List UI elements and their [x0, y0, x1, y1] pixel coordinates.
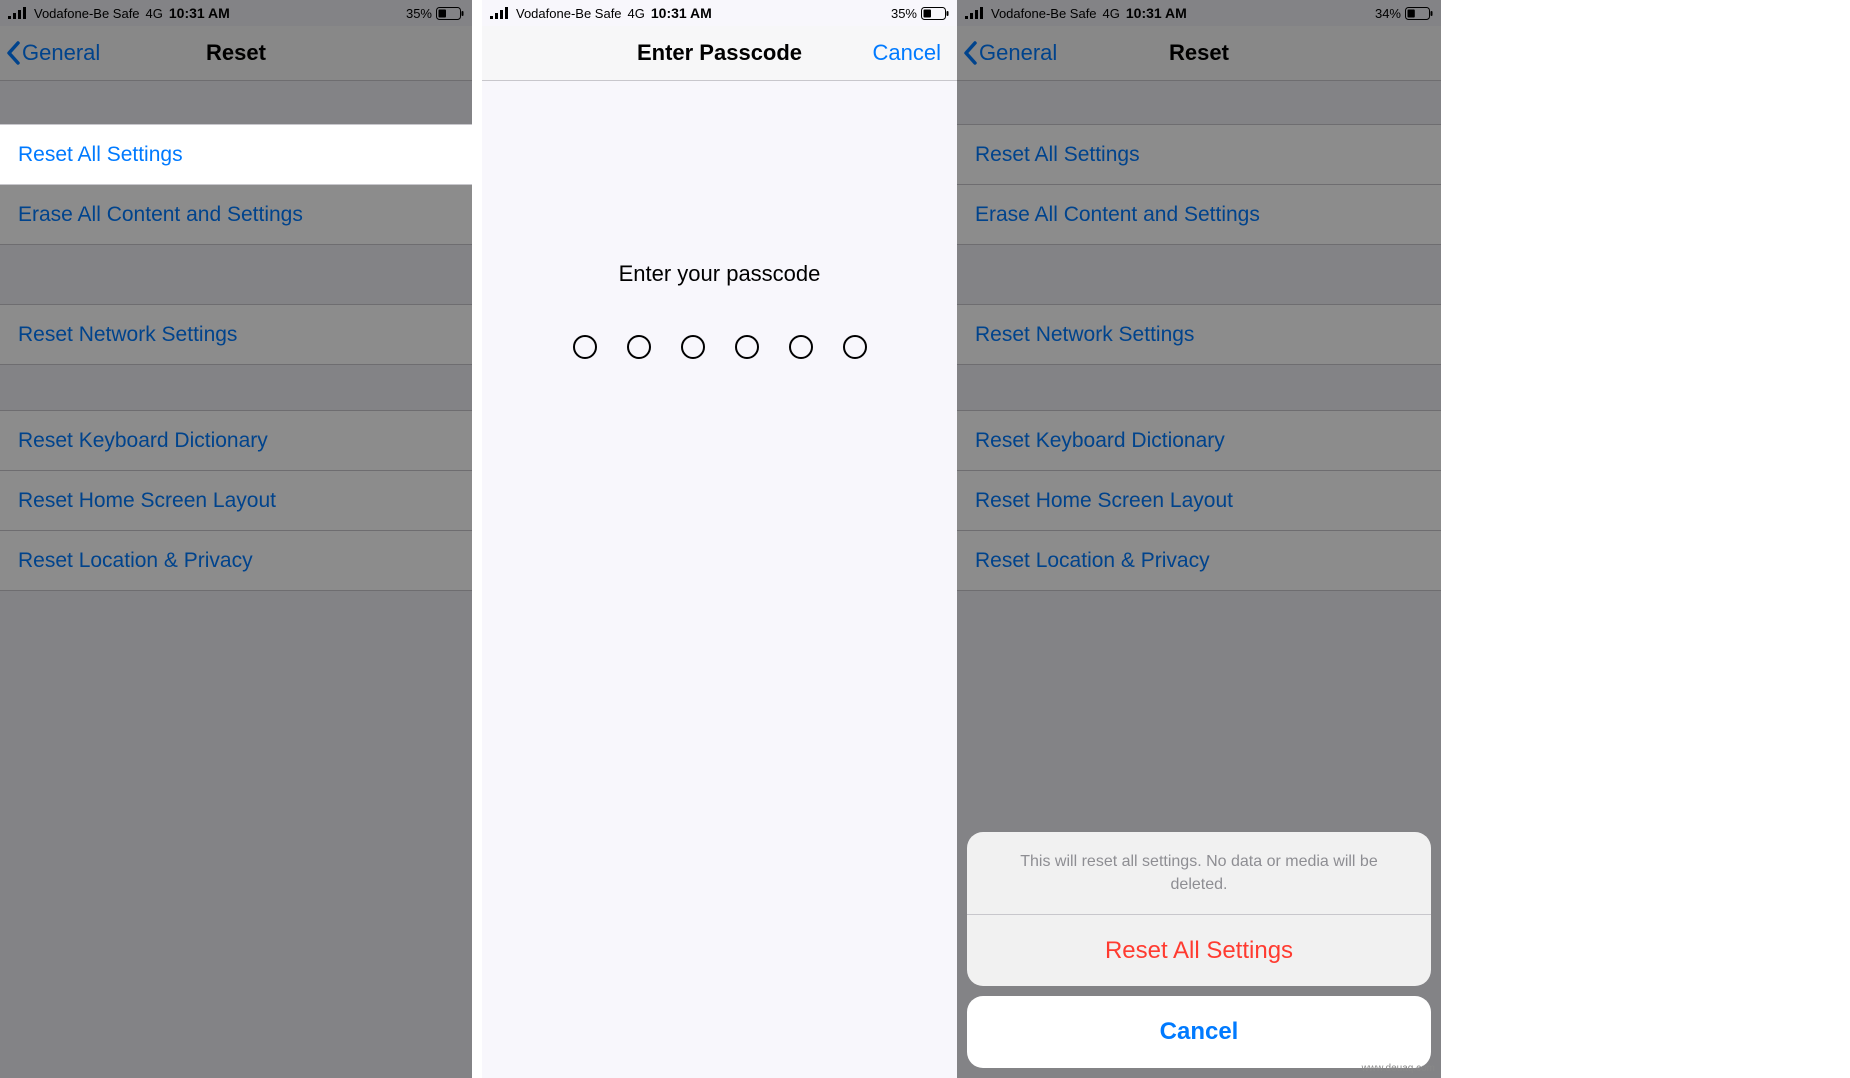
nav-header: General Reset	[957, 26, 1441, 81]
network-type: 4G	[1103, 6, 1120, 21]
passcode-dot	[843, 335, 867, 359]
carrier-label: Vodafone-Be Safe	[34, 6, 140, 21]
phone-confirm-sheet: Vodafone-Be Safe 4G 10:31 AM 34% General…	[957, 0, 1441, 1078]
back-button[interactable]: General	[0, 40, 100, 66]
status-bar: Vodafone-Be Safe 4G 10:31 AM 35%	[482, 0, 957, 26]
reset-location-privacy[interactable]: Reset Location & Privacy	[0, 530, 472, 591]
chevron-left-icon	[6, 41, 22, 65]
reset-keyboard-dictionary[interactable]: Reset Keyboard Dictionary	[957, 410, 1441, 471]
reset-location-privacy[interactable]: Reset Location & Privacy	[957, 530, 1441, 591]
erase-all-content[interactable]: Erase All Content and Settings	[0, 184, 472, 245]
reset-home-layout[interactable]: Reset Home Screen Layout	[957, 470, 1441, 531]
nav-title: Reset	[1169, 40, 1229, 66]
clock: 10:31 AM	[651, 5, 712, 21]
cancel-button[interactable]: Cancel	[873, 40, 941, 66]
battery-percent: 35%	[891, 6, 917, 21]
nav-title: Enter Passcode	[637, 40, 802, 66]
erase-all-content[interactable]: Erase All Content and Settings	[957, 184, 1441, 245]
carrier-label: Vodafone-Be Safe	[991, 6, 1097, 21]
signal-icon	[965, 7, 985, 19]
passcode-dot	[735, 335, 759, 359]
battery-percent: 34%	[1375, 6, 1401, 21]
signal-icon	[8, 7, 28, 19]
passcode-dot	[573, 335, 597, 359]
nav-title: Reset	[206, 40, 266, 66]
network-type: 4G	[628, 6, 645, 21]
status-bar: Vodafone-Be Safe 4G 10:31 AM 34%	[957, 0, 1441, 26]
passcode-dot	[681, 335, 705, 359]
reset-network-settings[interactable]: Reset Network Settings	[957, 304, 1441, 365]
reset-network-settings[interactable]: Reset Network Settings	[0, 304, 472, 365]
passcode-dot	[627, 335, 651, 359]
passcode-prompt: Enter your passcode	[482, 261, 957, 287]
nav-header: Enter Passcode Cancel	[482, 26, 957, 81]
passcode-dot	[789, 335, 813, 359]
phone-reset-list: Vodafone-Be Safe 4G 10:31 AM 35% General…	[0, 0, 472, 1078]
battery-icon	[921, 7, 949, 20]
action-sheet: This will reset all settings. No data or…	[957, 822, 1441, 1078]
reset-all-settings[interactable]: Reset All Settings	[0, 124, 472, 185]
back-label: General	[979, 40, 1057, 66]
nav-header: General Reset	[0, 26, 472, 81]
battery-icon	[1405, 7, 1433, 20]
action-sheet-cancel[interactable]: Cancel	[967, 996, 1431, 1068]
confirm-reset-button[interactable]: Reset All Settings	[967, 914, 1431, 986]
action-sheet-block: This will reset all settings. No data or…	[967, 832, 1431, 986]
clock: 10:31 AM	[1126, 5, 1187, 21]
clock: 10:31 AM	[169, 5, 230, 21]
reset-all-settings[interactable]: Reset All Settings	[957, 124, 1441, 185]
back-label: General	[22, 40, 100, 66]
passcode-dots[interactable]	[482, 335, 957, 359]
reset-home-layout[interactable]: Reset Home Screen Layout	[0, 470, 472, 531]
back-button[interactable]: General	[957, 40, 1057, 66]
action-sheet-message: This will reset all settings. No data or…	[967, 832, 1431, 914]
phone-enter-passcode: Vodafone-Be Safe 4G 10:31 AM 35% Enter P…	[472, 0, 957, 1078]
battery-icon	[436, 7, 464, 20]
network-type: 4G	[146, 6, 163, 21]
carrier-label: Vodafone-Be Safe	[516, 6, 622, 21]
status-bar: Vodafone-Be Safe 4G 10:31 AM 35%	[0, 0, 472, 26]
battery-percent: 35%	[406, 6, 432, 21]
signal-icon	[490, 7, 510, 19]
chevron-left-icon	[963, 41, 979, 65]
reset-keyboard-dictionary[interactable]: Reset Keyboard Dictionary	[0, 410, 472, 471]
watermark: www.deuaq.com	[1362, 1063, 1435, 1074]
